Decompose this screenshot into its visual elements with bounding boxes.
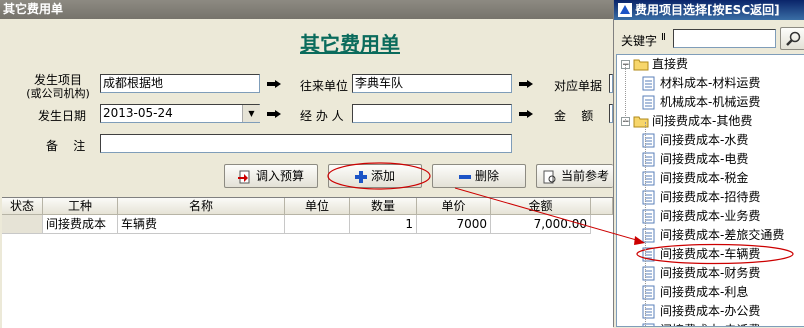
pointer-icon[interactable] bbox=[266, 109, 282, 119]
document-icon bbox=[642, 152, 655, 167]
tree-item-label: 直接费 bbox=[652, 57, 689, 71]
document-icon bbox=[642, 228, 655, 243]
tree-item[interactable]: 间接费成本-电话费 bbox=[641, 321, 760, 326]
current-ref-button[interactable]: 当前参考 bbox=[536, 164, 613, 188]
folder-icon bbox=[633, 116, 649, 128]
tree-item[interactable]: 间接费成本-业务费 bbox=[641, 207, 760, 226]
tree-item-label: 间接费成本-其他费 bbox=[652, 114, 753, 128]
cell-amount[interactable]: 7,000.00 bbox=[491, 215, 591, 234]
import-budget-button[interactable]: 调入预算 bbox=[224, 164, 318, 188]
tree-item[interactable]: 间接费成本-招待费 bbox=[641, 188, 760, 207]
document-icon bbox=[642, 133, 655, 148]
app-icon bbox=[618, 3, 632, 17]
annotation-ellipse bbox=[636, 243, 794, 265]
date-label: 发生日期 bbox=[38, 109, 87, 123]
document-icon bbox=[642, 171, 655, 186]
project-field[interactable]: 成都根据地 bbox=[100, 74, 260, 93]
document-icon bbox=[642, 209, 655, 224]
tree-item-label: 机械成本-机械运费 bbox=[660, 95, 761, 109]
document-search-icon bbox=[543, 170, 556, 183]
tree-folder[interactable]: − 直接费 bbox=[621, 55, 688, 74]
folder-icon bbox=[633, 59, 649, 71]
pointer-icon[interactable] bbox=[518, 79, 534, 89]
keyword-input[interactable] bbox=[673, 29, 776, 48]
tree-item-label: 间接费成本-办公费 bbox=[660, 304, 761, 318]
col-header-status[interactable]: 状态 bbox=[2, 198, 43, 215]
tree-item-label: 材料成本-材料运费 bbox=[660, 76, 761, 90]
related-doc-label: 对应单据 bbox=[554, 79, 603, 93]
tree-item[interactable]: 间接费成本-电费 bbox=[641, 150, 748, 169]
date-dropdown-button[interactable]: ▼ bbox=[242, 105, 260, 122]
form-title: 其它费用单 bbox=[300, 32, 400, 56]
picker-title: 费用项目选择[按ESC返回] bbox=[635, 3, 780, 17]
tree-item-label: 间接费成本-利息 bbox=[660, 285, 749, 299]
handler-label: 经 办 人 bbox=[300, 109, 344, 123]
expense-form-window: 其它费用单 其它费用单 发生项目 (或公司机构) 成都根据地 往来单位 李典车队… bbox=[0, 0, 613, 328]
expense-item-picker: 费用项目选择[按ESC返回] 关键字 Ⅱ − 直接费材料成本-材料运费 机械成本-机… bbox=[613, 0, 804, 327]
tree-item[interactable]: 间接费成本-利息 bbox=[641, 283, 748, 302]
tree-connector bbox=[645, 122, 646, 326]
document-icon bbox=[642, 266, 655, 281]
partner-label: 往来单位 bbox=[300, 79, 349, 93]
remark-field[interactable] bbox=[100, 134, 512, 153]
col-header-unit[interactable]: 单位 bbox=[285, 198, 350, 215]
handler-field[interactable] bbox=[352, 104, 512, 123]
picker-title-bar: 费用项目选择[按ESC返回] bbox=[614, 0, 804, 20]
tree-item-label: 间接费成本-电费 bbox=[660, 152, 749, 166]
tree-item-label: 间接费成本-招待费 bbox=[660, 190, 761, 204]
tree-item-label: 间接费成本-差旅交通费 bbox=[660, 228, 785, 242]
tree-item-label: 间接费成本-电话费 bbox=[660, 323, 760, 326]
remark-label: 备 注 bbox=[46, 139, 86, 153]
cell-price[interactable]: 7000 bbox=[417, 215, 491, 234]
date-value: 2013-05-24 bbox=[103, 106, 173, 120]
minus-icon bbox=[458, 174, 471, 179]
document-icon bbox=[642, 76, 655, 91]
tree-item[interactable]: 间接费成本-税金 bbox=[641, 169, 748, 188]
tree-item[interactable]: 机械成本-机械运费 bbox=[641, 93, 760, 112]
pointer-icon[interactable] bbox=[518, 109, 534, 119]
document-icon bbox=[642, 285, 655, 300]
expense-grid: 状态 工种 名称 单位 数量 单价 金额 间接费成本 车辆费 1 7000 7,… bbox=[2, 197, 613, 328]
project-label: 发生项目 (或公司机构) bbox=[26, 73, 90, 101]
tree-item[interactable]: 间接费成本-水费 bbox=[641, 131, 748, 150]
tree-connector bbox=[625, 65, 626, 122]
tree-item-label: 间接费成本-财务费 bbox=[660, 266, 761, 280]
text-cursor-icon: Ⅱ bbox=[661, 32, 666, 43]
import-icon bbox=[237, 170, 250, 183]
date-field[interactable]: 2013-05-24 bbox=[100, 104, 260, 123]
document-icon bbox=[642, 190, 655, 205]
cell-status[interactable] bbox=[2, 215, 43, 234]
tree-item[interactable]: 材料成本-材料运费 bbox=[641, 74, 760, 93]
pointer-icon[interactable] bbox=[266, 79, 282, 89]
col-header-amount[interactable]: 金额 bbox=[491, 198, 591, 215]
delete-button[interactable]: 删除 bbox=[432, 164, 526, 188]
document-icon bbox=[642, 304, 655, 319]
tree-item-label: 间接费成本-税金 bbox=[660, 171, 749, 185]
expense-tree: − 直接费材料成本-材料运费 机械成本-机械运费 − 间接费成本-其他费间接费成本-水费… bbox=[616, 54, 804, 327]
col-header-type[interactable]: 工种 bbox=[43, 198, 118, 215]
cell-unit[interactable] bbox=[285, 215, 350, 234]
col-header-price[interactable]: 单价 bbox=[417, 198, 491, 215]
document-icon bbox=[642, 95, 655, 110]
tree-item-label: 间接费成本-业务费 bbox=[660, 209, 761, 223]
col-header-filler bbox=[591, 198, 613, 215]
amount-label: 金 额 bbox=[554, 109, 594, 123]
cell-type[interactable]: 间接费成本 bbox=[43, 215, 118, 234]
col-header-qty[interactable]: 数量 bbox=[350, 198, 417, 215]
annotation-ellipse bbox=[327, 162, 431, 190]
col-header-name[interactable]: 名称 bbox=[118, 198, 285, 215]
tree-item[interactable]: 间接费成本-办公费 bbox=[641, 302, 760, 321]
tree-folder[interactable]: − 间接费成本-其他费 bbox=[621, 112, 752, 131]
partner-field[interactable]: 李典车队 bbox=[352, 74, 512, 93]
tree-item[interactable]: 间接费成本-财务费 bbox=[641, 264, 760, 283]
cell-name[interactable]: 车辆费 bbox=[118, 215, 285, 234]
tree-item-label: 间接费成本-水费 bbox=[660, 133, 749, 147]
window-title: 其它费用单 bbox=[0, 0, 613, 19]
cell-qty[interactable]: 1 bbox=[350, 215, 417, 234]
keyword-label: 关键字 bbox=[621, 34, 658, 48]
search-button[interactable] bbox=[780, 27, 804, 50]
search-icon bbox=[786, 31, 801, 46]
document-icon bbox=[642, 323, 655, 326]
